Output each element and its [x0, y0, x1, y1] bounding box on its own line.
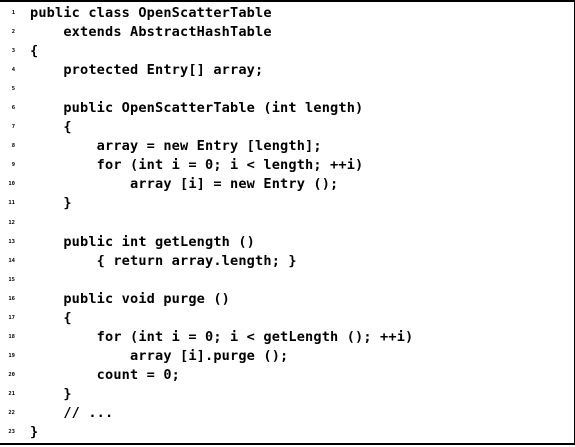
line-number: 6: [11, 105, 15, 112]
line-text: count = 0;: [30, 366, 181, 383]
line-text: for (int i = 0; i < getLength (); ++i): [30, 328, 414, 345]
line-number: 18: [8, 333, 15, 340]
line-text: }: [30, 195, 72, 212]
line-text: public int getLength (): [30, 233, 256, 250]
line-number: 17: [8, 314, 15, 321]
line-text: {: [30, 43, 39, 60]
line-text: for (int i = 0; i < length; ++i): [30, 157, 364, 174]
line-number: 23: [8, 429, 15, 436]
line-number: 2: [11, 29, 15, 36]
line-text: public class OpenScatterTable: [30, 5, 272, 21]
line-number: 14: [8, 257, 15, 264]
line-text: // ...: [30, 404, 114, 421]
line-number: 4: [11, 67, 15, 74]
line-text: array [i] = new Entry ();: [30, 176, 339, 193]
line-number: 13: [8, 238, 15, 245]
line-number: 10: [8, 181, 15, 188]
line-number: 15: [8, 276, 15, 283]
line-text: public OpenScatterTable (int length): [30, 100, 364, 117]
line-number: 1: [11, 10, 15, 16]
line-text: array [i].purge ();: [30, 347, 289, 364]
line-text: { return array.length; }: [30, 252, 297, 269]
line-text: array = new Entry [length];: [30, 138, 322, 155]
line-number: 8: [11, 143, 15, 150]
line-number: 3: [11, 48, 15, 55]
line-number: 22: [8, 409, 15, 416]
line-text: {: [30, 309, 72, 326]
line-number: 20: [8, 371, 15, 378]
line-text: }: [30, 424, 39, 441]
line-number: 19: [8, 352, 15, 359]
line-text: public void purge (): [30, 290, 231, 307]
line-number: 12: [8, 219, 15, 226]
line-number: 5: [11, 86, 15, 93]
line-text: extends AbstractHashTable: [30, 24, 272, 41]
line-text: protected Entry[] array;: [30, 62, 264, 79]
line-text: {: [30, 119, 72, 136]
line-number: 21: [8, 390, 15, 397]
line-number: 16: [8, 295, 15, 302]
line-number: 11: [8, 200, 15, 207]
line-number: 9: [11, 162, 15, 169]
code-listing-frame: 1 public class OpenScatterTable 2 extends…: [0, 0, 575, 445]
line-number: 7: [11, 124, 15, 131]
line-text: }: [30, 385, 72, 402]
